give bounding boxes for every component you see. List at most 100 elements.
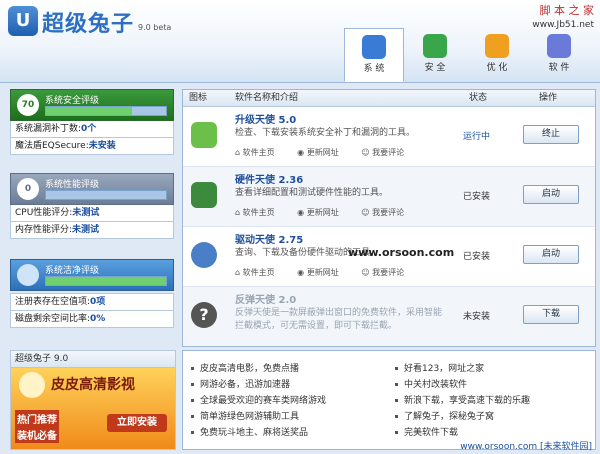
tab-optimize-label: 优 化 [486,63,508,73]
update-link[interactable]: ◉ 更新网址 [297,208,349,217]
upgrade-angel-icon [191,122,217,148]
security-score-badge: 70 [17,94,39,116]
launch-button[interactable]: 启动 [523,245,579,264]
comment-link[interactable]: ☺ 我要评论 [361,148,414,157]
software-name[interactable]: 硬件天使 2.36 [235,171,303,186]
memory-score-row: 内存性能评分:未测试 [10,222,174,239]
home-link[interactable]: ⌂ 软件主页 [235,208,285,217]
memory-score-label: 内存性能评分: [15,225,73,235]
link-item[interactable]: 全球最受欢迎的赛车类网络游戏 [191,393,326,406]
software-icon [547,34,571,58]
disk-free-value: 0% [90,314,106,324]
link-item[interactable]: 了解兔子，探秘兔子窝 [395,409,494,422]
cpu-score-row: CPU性能评分:未测试 [10,205,174,222]
software-desc: 查看详细配置和测试硬件性能的工具。 [235,188,389,198]
tab-system[interactable]: 系 统 [344,28,404,82]
update-link-label: 更新网址 [306,148,339,157]
software-name[interactable]: 驱动天使 2.75 [235,231,303,246]
table-row: ? 反弹天使 2.0 反弹天使是一款屏蔽弹出窗口的免费软件，采用智能拦截模式，可… [183,287,595,346]
home-link[interactable]: ⌂ 软件主页 [235,268,285,277]
rabbit-logo-icon: U [8,6,38,36]
home-link-label: 软件主页 [242,268,275,277]
table-row: 升级天使 5.0 检查、下载安装系统安全补丁和漏洞的工具。 ⌂ 软件主页 ◉ 更… [183,107,595,167]
performance-meter: 0 系统性能评级 [10,173,174,205]
registry-empty-row: 注册表存在空值项:0项 [10,293,174,311]
cleanliness-rating-title: 系统洁净评级 [45,266,100,276]
home-link[interactable]: ⌂ 软件主页 [235,148,285,157]
patch-count-row: 系统漏洞补丁数:0个 [10,121,174,138]
app-version: 9.0 beta [138,23,172,32]
comment-link-label: 我要评论 [372,208,405,217]
promo-panel: 超级兔子 9.0 皮皮高清影视 热门推荐 装机必备 立即安装 [10,350,176,450]
registry-empty-label: 注册表存在空值项: [15,297,91,307]
recommend-links-panel: 皮皮高清电影，免费点播 网游必备，迅游加速器 全球最受欢迎的赛车类网络游戏 简单… [182,350,596,450]
tab-security-label: 安 全 [424,63,446,73]
security-rating-panel: 70 系统安全评级 系统漏洞补丁数:0个 魔法盾EQSecure:未安装 [10,89,174,155]
memory-score-value: 未测试 [72,225,100,235]
disk-free-label: 磁盘剩余空间比率: [15,314,91,324]
system-icon [362,35,386,59]
link-item[interactable]: 皮皮高清电影，免费点播 [191,361,299,374]
tab-security[interactable]: 安 全 [406,28,464,80]
cleanliness-meter: 系统洁净评级 [10,259,174,291]
performance-progress-track [45,190,167,200]
eqsecure-row: 魔法盾EQSecure:未安装 [10,138,174,155]
link-item[interactable]: 好看123，网址之家 [395,361,484,374]
download-button[interactable]: 下载 [523,305,579,324]
link-item[interactable]: 新浪下载，享受高速下载的乐趣 [395,393,530,406]
update-link[interactable]: ◉ 更新网址 [297,268,349,277]
cleanliness-rating-panel: 系统洁净评级 注册表存在空值项:0项 磁盘剩余空间比率:0% [10,259,174,328]
comment-link[interactable]: ☺ 我要评论 [361,268,414,277]
status-text: 未安装 [463,312,491,322]
link-item[interactable]: 简单游绿色网游辅助工具 [191,409,299,422]
security-icon [423,34,447,58]
software-desc: 反弹天使是一款屏蔽弹出窗口的免费软件，采用智能拦截模式，可无需设置，即可下载拦截… [235,308,443,331]
update-link[interactable]: ◉ 更新网址 [297,148,349,157]
software-name[interactable]: 反弹天使 2.0 [235,291,296,306]
col-status-header: 状态 [469,93,488,103]
tab-optimize[interactable]: 优 化 [468,28,526,80]
promo-title: 皮皮高清影视 [51,377,135,393]
software-desc: 检查、下载安装系统安全补丁和漏洞的工具。 [235,128,416,138]
cleanliness-progress-fill [46,277,166,285]
link-item[interactable]: 免费玩斗地主、麻将送奖品 [191,425,308,438]
promo-header: 超级兔子 9.0 [11,351,175,368]
optimize-icon [485,34,509,58]
software-links: ⌂ 软件主页 ◉ 更新网址 ☺ 我要评论 [235,267,424,278]
footer-site-watermark: www.orsoon.com [未来软件园] [460,442,592,452]
driver-angel-icon [191,242,217,268]
promo-ad-banner[interactable]: 皮皮高清影视 热门推荐 装机必备 立即安装 [11,368,175,449]
status-text: 已安装 [463,192,491,202]
install-now-button[interactable]: 立即安装 [107,414,167,432]
col-icon-header: 图标 [189,93,208,103]
patch-count-label: 系统漏洞补丁数: [15,124,82,134]
cpu-score-label: CPU性能评分: [15,208,73,218]
software-table: 图标 软件名称和介绍 状态 操作 升级天使 5.0 检查、下载安装系统安全补丁和… [182,89,596,347]
home-link-label: 软件主页 [242,208,275,217]
eqsecure-label: 魔法盾EQSecure: [15,141,89,151]
tab-software[interactable]: 软 件 [530,28,588,80]
update-link-label: 更新网址 [306,268,339,277]
col-name-header: 软件名称和介绍 [235,93,299,103]
home-link-label: 软件主页 [242,148,275,157]
software-links: ⌂ 软件主页 ◉ 更新网址 ☺ 我要评论 [235,147,424,158]
security-progress-track [45,106,167,116]
cleanliness-icon [17,264,39,286]
col-action-header: 操作 [539,93,558,103]
update-link-label: 更新网址 [306,208,339,217]
launch-button[interactable]: 启动 [523,185,579,204]
promo-line-essential: 装机必备 [15,426,59,443]
link-item[interactable]: 完美软件下载 [395,425,458,438]
cleanliness-progress-track [45,276,167,286]
performance-score-badge: 0 [17,178,39,200]
stop-button[interactable]: 终止 [523,125,579,144]
tab-software-label: 软 件 [548,63,570,73]
link-item[interactable]: 网游必备，迅游加速器 [191,377,290,390]
software-name[interactable]: 升级天使 5.0 [235,111,296,126]
security-meter: 70 系统安全评级 [10,89,174,121]
comment-link[interactable]: ☺ 我要评论 [361,208,414,217]
performance-rating-title: 系统性能评级 [45,180,100,190]
table-row: 硬件天使 2.36 查看详细配置和测试硬件性能的工具。 ⌂ 软件主页 ◉ 更新网… [183,167,595,227]
performance-rating-panel: 0 系统性能评级 CPU性能评分:未测试 内存性能评分:未测试 [10,173,174,239]
link-item[interactable]: 中关村改装软件 [395,377,467,390]
